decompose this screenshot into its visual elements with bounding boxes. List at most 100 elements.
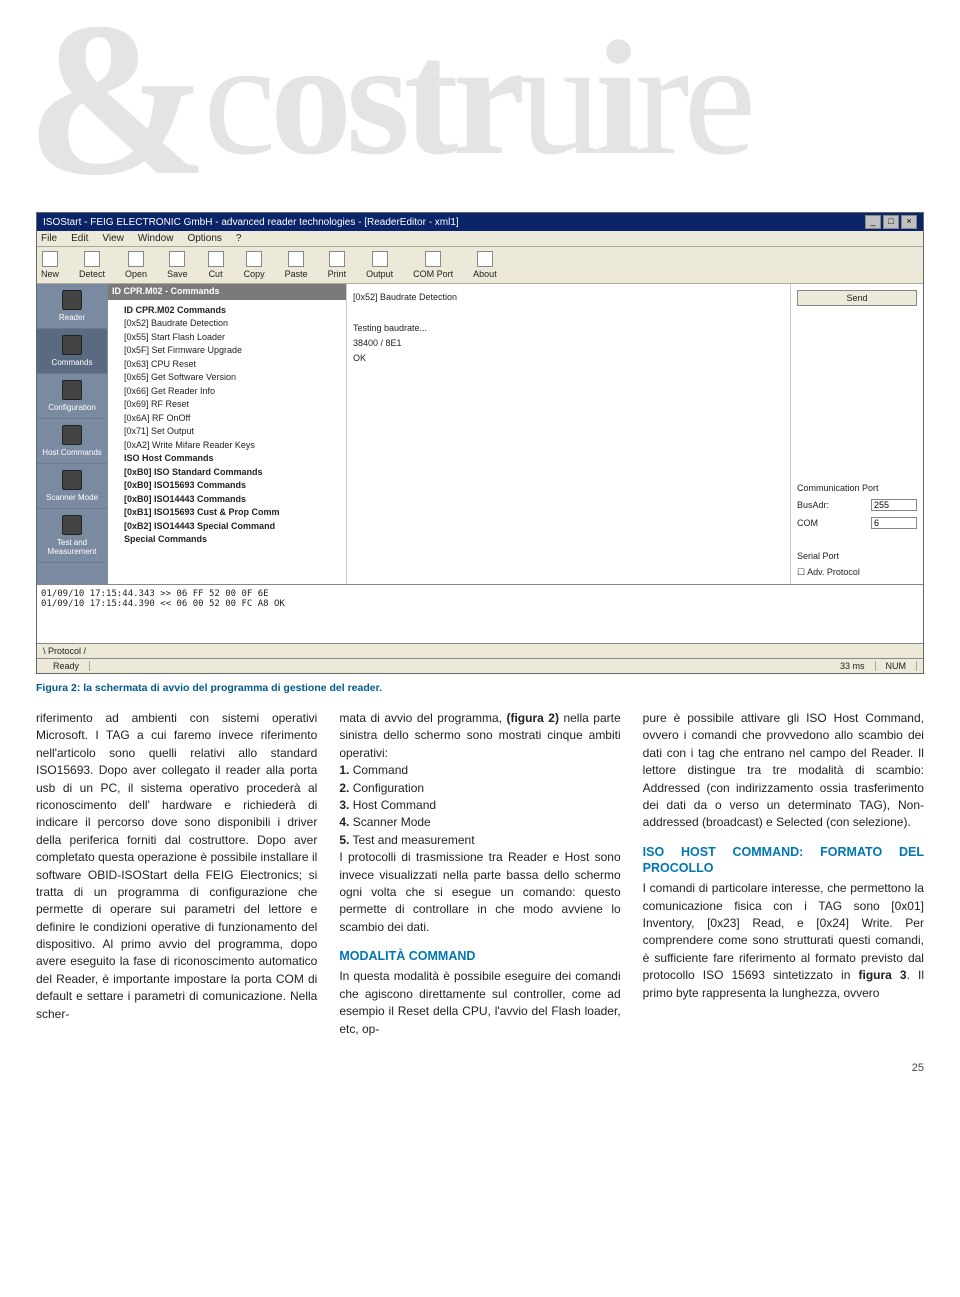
menu-edit[interactable]: Edit (71, 233, 88, 244)
tab-protocol[interactable]: Protocol (48, 646, 81, 656)
tool-output[interactable]: Output (366, 251, 393, 279)
title-text: ISOStart - FEIG ELECTRONIC GmbH - advanc… (43, 217, 459, 228)
tool-cut[interactable]: Cut (208, 251, 224, 279)
center-ok: OK (353, 351, 784, 366)
toolbar: New Detect Open Save Cut Copy Paste Prin… (37, 247, 923, 284)
tool-save[interactable]: Save (167, 251, 188, 279)
tree-item[interactable]: [0x65] Get Software Version (112, 371, 342, 385)
tree-item[interactable]: [0x69] RF Reset (112, 398, 342, 412)
new-icon (42, 251, 58, 267)
list-item: 2. Configuration (339, 780, 620, 797)
body-text: I comandi di particolare interesse, che … (643, 880, 924, 1002)
protocol-log: 01/09/10 17:15:44.343 >> 06 FF 52 00 0F … (37, 584, 923, 643)
tree-item[interactable]: [0xB2] ISO14443 Special Command (112, 520, 342, 534)
log-line: 01/09/10 17:15:44.343 >> 06 FF 52 00 0F … (41, 589, 919, 599)
reader-icon (62, 290, 82, 310)
test-icon (62, 515, 82, 535)
log-tabs: \ Protocol / (37, 643, 923, 658)
tool-about[interactable]: About (473, 251, 497, 279)
tree-item[interactable]: [0x71] Set Output (112, 425, 342, 439)
minimize-icon[interactable]: _ (865, 215, 881, 229)
column-2: mata di avvio del programma, (figura 2) … (339, 710, 620, 1038)
body-text: riferimento ad ambienti con sistemi oper… (36, 710, 317, 1023)
tree-item[interactable]: [0x6A] RF OnOff (112, 412, 342, 426)
list-item: 5. Test and measurement (339, 832, 620, 849)
center-header: [0x52] Baudrate Detection (353, 290, 784, 305)
sidebar-hostcmd[interactable]: Host Commands (37, 419, 107, 464)
save-icon (169, 251, 185, 267)
list-item: 3. Host Command (339, 797, 620, 814)
section-heading: MODALITÀ COMMAND (339, 948, 620, 964)
com-input[interactable] (871, 517, 917, 529)
config-icon (62, 380, 82, 400)
menu-window[interactable]: Window (138, 233, 174, 244)
tool-paste[interactable]: Paste (285, 251, 308, 279)
section-heading: ISO HOST COMMAND: FORMATO DEL PROCOLLO (643, 844, 924, 877)
cut-icon (208, 251, 224, 267)
sidebar-config[interactable]: Configuration (37, 374, 107, 419)
tree-item[interactable]: [0x66] Get Reader Info (112, 385, 342, 399)
tree-item[interactable]: Special Commands (112, 533, 342, 547)
hostcmd-icon (62, 425, 82, 445)
busadr-input[interactable] (871, 499, 917, 511)
body-text: pure è possibile attivare gli ISO Host C… (643, 710, 924, 832)
body-text: In questa modalità è possibile eseguire … (339, 968, 620, 1038)
tool-new[interactable]: New (41, 251, 59, 279)
copy-icon (246, 251, 262, 267)
sidebar-scanner[interactable]: Scanner Mode (37, 464, 107, 509)
send-button[interactable]: Send (797, 290, 917, 306)
output-icon (372, 251, 388, 267)
app-screenshot: ISOStart - FEIG ELECTRONIC GmbH - advanc… (36, 212, 924, 674)
status-num: NUM (876, 661, 918, 671)
right-panel: Send Communication Port BusAdr: COM Seri… (790, 284, 923, 584)
menu-options[interactable]: Options (187, 233, 221, 244)
adv-checkbox[interactable]: ☐ Adv. Protocol (797, 567, 917, 578)
close-icon[interactable]: × (901, 215, 917, 229)
command-tree: ID CPR.M02 - Commands ID CPR.M02 Command… (108, 284, 347, 584)
body-text: I protocolli di trasmissione tra Reader … (339, 849, 620, 936)
tree-item[interactable]: [0xB1] ISO15693 Cust & Prop Comm (112, 506, 342, 520)
center-panel: [0x52] Baudrate Detection Testing baudra… (347, 284, 790, 584)
tree-item[interactable]: [0xB0] ISO Standard Commands (112, 466, 342, 480)
menu-view[interactable]: View (102, 233, 124, 244)
open-icon (128, 251, 144, 267)
sidebar-commands[interactable]: Commands (37, 329, 107, 374)
maximize-icon[interactable]: □ (883, 215, 899, 229)
tree-root[interactable]: ID CPR.M02 Commands (112, 304, 342, 318)
tree-item[interactable]: [0xA2] Write Mifare Reader Keys (112, 439, 342, 453)
commport-label: Communication Port (797, 483, 917, 493)
tree-item[interactable]: [0x52] Baudrate Detection (112, 317, 342, 331)
comport-icon (425, 251, 441, 267)
page-headline: &costruire (26, 0, 924, 198)
tree-item[interactable]: [0x55] Start Flash Loader (112, 331, 342, 345)
window-buttons: _ □ × (865, 215, 917, 229)
log-line: 01/09/10 17:15:44.390 << 06 00 52 00 FC … (41, 599, 919, 609)
sidebar-test[interactable]: Test and Measurement (37, 509, 107, 563)
tree-item[interactable]: [0x63] CPU Reset (112, 358, 342, 372)
com-field: COM (797, 517, 917, 529)
column-3: pure è possibile attivare gli ISO Host C… (643, 710, 924, 1038)
tool-copy[interactable]: Copy (244, 251, 265, 279)
tree-item[interactable]: [0xB0] ISO14443 Commands (112, 493, 342, 507)
center-status: Testing baudrate... (353, 321, 784, 336)
scanner-icon (62, 470, 82, 490)
detect-icon (84, 251, 100, 267)
tool-detect[interactable]: Detect (79, 251, 105, 279)
tree-root2[interactable]: ISO Host Commands (112, 452, 342, 466)
status-bar: Ready 33 ms NUM (37, 658, 923, 673)
body-text: mata di avvio del programma, (figura 2) … (339, 710, 620, 762)
tree-item[interactable]: [0x5F] Set Firmware Upgrade (112, 344, 342, 358)
tree-header: ID CPR.M02 - Commands (108, 284, 346, 300)
tool-open[interactable]: Open (125, 251, 147, 279)
tree-item[interactable]: [0xB0] ISO15693 Commands (112, 479, 342, 493)
menu-file[interactable]: File (41, 233, 57, 244)
menu-help[interactable]: ? (236, 233, 242, 244)
sidebar-reader[interactable]: Reader (37, 284, 107, 329)
paste-icon (288, 251, 304, 267)
list-item: 1. Command (339, 762, 620, 779)
commands-icon (62, 335, 82, 355)
tool-print[interactable]: Print (328, 251, 347, 279)
status-ms: 33 ms (830, 661, 876, 671)
tool-comport[interactable]: COM Port (413, 251, 453, 279)
list-item: 4. Scanner Mode (339, 814, 620, 831)
